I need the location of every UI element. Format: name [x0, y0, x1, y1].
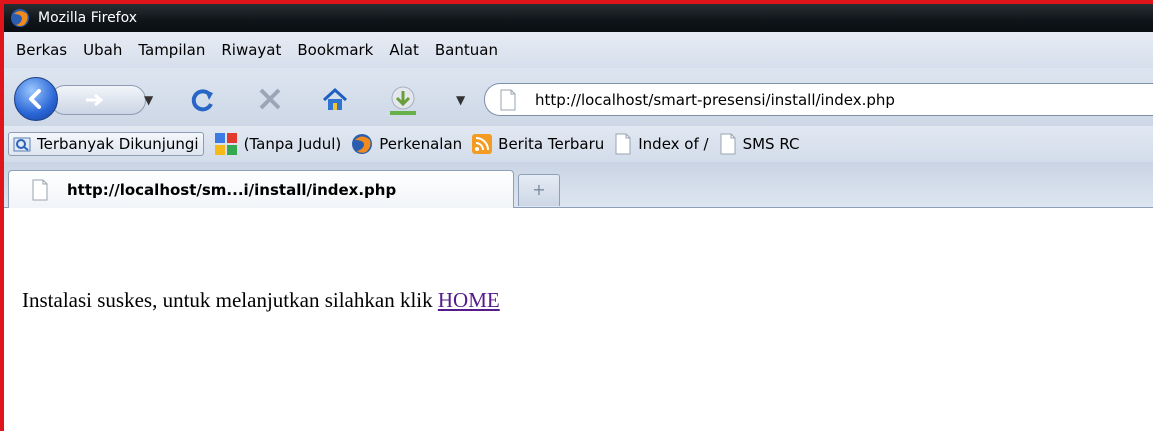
bookmark-label: SMS RC	[742, 135, 800, 153]
firefox-icon	[352, 134, 373, 154]
bookmark-label: Terbanyak Dikunjungi	[37, 135, 199, 153]
bookmark-tanpa-judul[interactable]: (Tanpa Judul)	[214, 132, 342, 156]
menu-tampilan[interactable]: Tampilan	[138, 41, 205, 59]
magnifier-folder-icon	[13, 137, 31, 152]
window-title: Mozilla Firefox	[38, 10, 138, 26]
tab-label: http://localhost/sm...i/install/index.ph…	[67, 180, 397, 199]
menu-ubah[interactable]: Ubah	[83, 41, 122, 59]
download-icon[interactable]	[386, 85, 420, 117]
page-content: Instalasi suskes, untuk melanjutkan sila…	[4, 208, 1153, 431]
menu-alat[interactable]: Alat	[389, 41, 419, 59]
download-dropdown-icon[interactable]: ▼	[456, 93, 465, 107]
google-icon	[214, 133, 237, 155]
bookmark-perkenalan[interactable]: Perkenalan	[351, 133, 462, 155]
message-text: Instalasi suskes, untuk melanjutkan sila…	[22, 288, 438, 312]
forward-arrow-icon[interactable]	[80, 91, 110, 109]
title-bar: Mozilla Firefox	[4, 4, 1153, 32]
home-icon[interactable]	[320, 85, 350, 115]
menu-bookmark[interactable]: Bookmark	[297, 41, 373, 59]
menu-bantuan[interactable]: Bantuan	[435, 41, 498, 59]
page-icon	[615, 133, 631, 155]
history-dropdown-icon[interactable]: ▼	[144, 93, 153, 107]
back-arrow-icon	[29, 89, 41, 109]
new-tab-button[interactable]: +	[518, 174, 560, 206]
page-icon	[720, 133, 736, 155]
bookmark-label: Perkenalan	[379, 135, 463, 153]
install-message: Instalasi suskes, untuk melanjutkan sila…	[22, 288, 500, 313]
bookmark-terbanyak-dikunjungi[interactable]: Terbanyak Dikunjungi	[8, 132, 204, 156]
back-button[interactable]	[14, 77, 58, 121]
bookmark-label: (Tanpa Judul)	[243, 135, 342, 153]
bookmarks-toolbar: Terbanyak Dikunjungi (Tanpa Judul) Perke…	[4, 126, 1153, 162]
menu-riwayat[interactable]: Riwayat	[221, 41, 281, 59]
firefox-icon	[11, 9, 29, 27]
navigation-toolbar: ▼ ▼	[4, 68, 1153, 126]
bookmark-sms-rc[interactable]: SMS RC	[719, 133, 800, 155]
bookmark-label: Index of /	[638, 135, 709, 153]
rss-icon	[472, 134, 493, 154]
home-link[interactable]: HOME	[438, 288, 500, 312]
menu-bar: Berkas Ubah Tampilan Riwayat Bookmark Al…	[4, 32, 1153, 68]
menu-berkas[interactable]: Berkas	[16, 41, 67, 59]
tab-strip: http://localhost/sm...i/install/index.ph…	[4, 162, 1153, 208]
page-icon	[32, 179, 48, 200]
reload-icon[interactable]	[188, 85, 218, 115]
url-input[interactable]	[533, 89, 1097, 110]
page-icon	[500, 89, 516, 110]
tab-active[interactable]: http://localhost/sm...i/install/index.ph…	[8, 170, 514, 208]
bookmark-berita-terbaru[interactable]: Berita Terbaru	[472, 134, 604, 154]
bookmark-label: Berita Terbaru	[498, 135, 605, 153]
bookmark-index-of[interactable]: Index of /	[614, 133, 709, 155]
stop-icon[interactable]	[256, 85, 284, 113]
address-bar[interactable]	[484, 83, 1153, 116]
